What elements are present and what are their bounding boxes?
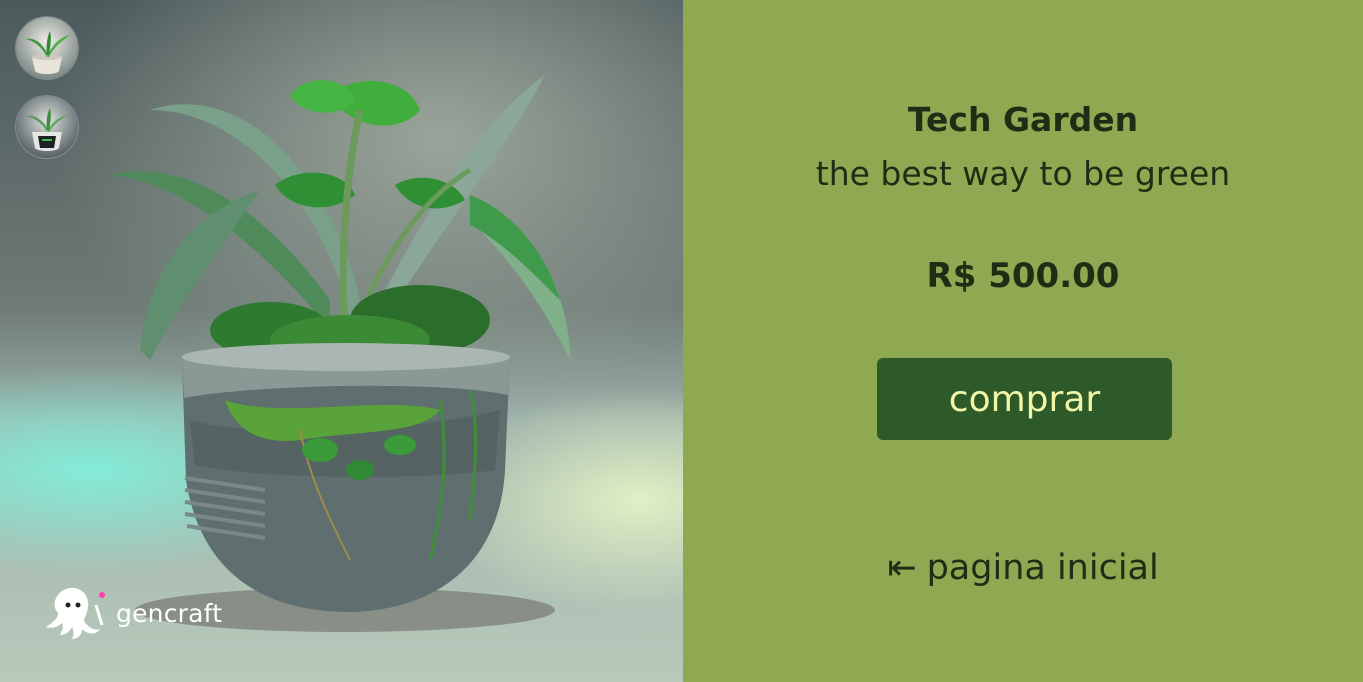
home-link[interactable]: ⇤ pagina inicial	[683, 548, 1363, 588]
plant-pot-thumbnail-dark-icon	[26, 108, 70, 151]
product-image	[110, 75, 570, 632]
buy-button[interactable]: comprar	[877, 358, 1172, 440]
home-link-label: pagina inicial	[926, 548, 1159, 588]
octopus-logo-icon	[46, 587, 105, 639]
product-info-panel: Tech Garden the best way to be green R$ …	[683, 0, 1363, 682]
thumbnail-plant-2[interactable]	[16, 96, 78, 158]
gencraft-watermark: gencraft	[44, 585, 222, 641]
plant-pot-thumbnail-icon	[26, 31, 70, 74]
product-price: R$ 500.00	[926, 256, 1120, 296]
product-image-area: gencraft	[0, 0, 683, 682]
product-page: gencraft Tech Garden the best way to be …	[0, 0, 1363, 682]
back-arrow-icon: ⇤	[887, 548, 917, 588]
product-subtitle: the best way to be green	[815, 154, 1231, 193]
watermark-brand-text: gencraft	[116, 598, 223, 628]
buy-button-label: comprar	[948, 378, 1101, 420]
product-title: Tech Garden	[907, 100, 1139, 139]
thumbnail-plant-1[interactable]	[16, 17, 78, 79]
